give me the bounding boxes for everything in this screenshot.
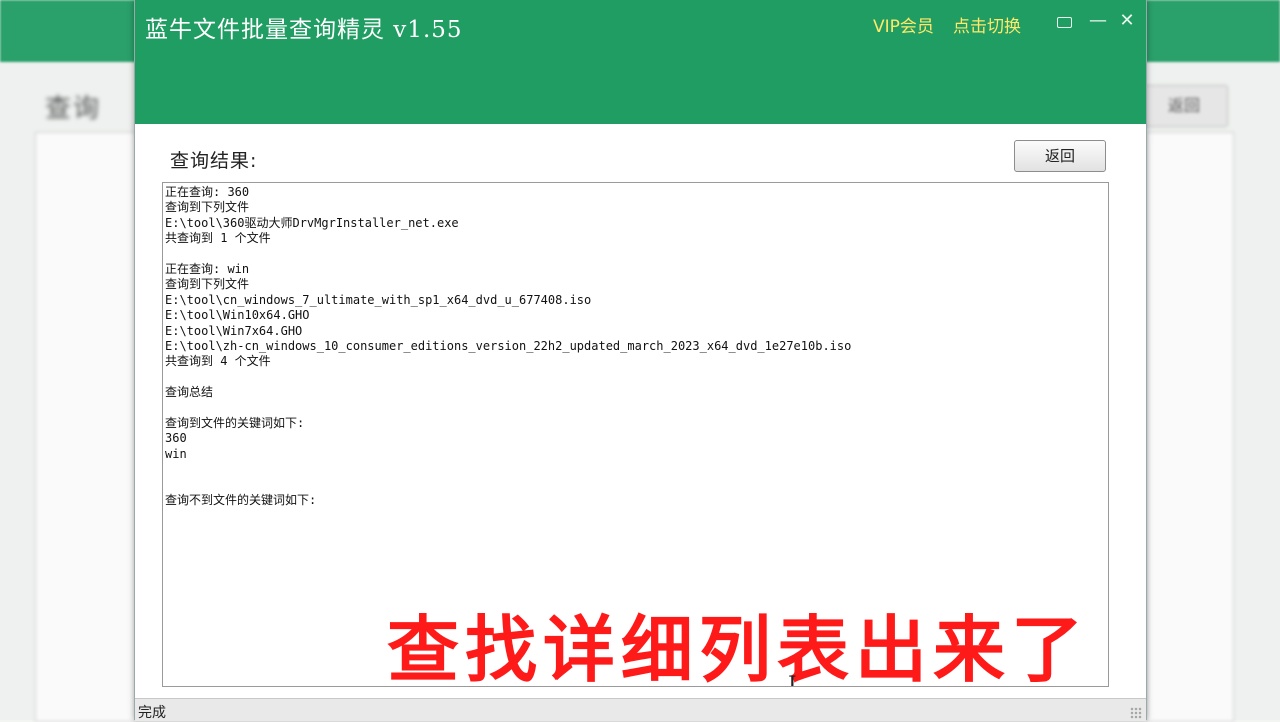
result-line: 正在查询: 360 (165, 185, 250, 199)
result-line: 查询到下列文件 (165, 277, 250, 292)
message-icon[interactable] (1053, 10, 1075, 32)
result-line: 共查询到 1 个文件 (165, 231, 271, 246)
result-line: E:\tool\zh-cn_windows_10_consumer_editio… (165, 338, 852, 353)
overlay-caption: 查找详细列表出来了 (387, 608, 1090, 687)
background-right-panel (1146, 132, 1234, 722)
result-line: win (165, 446, 187, 461)
back-button[interactable]: 返回 (1014, 140, 1106, 172)
dialog-content: 查询结果: 返回 正在查询: 360 查询到下列文件 E:\tool\360驱动大师… (135, 124, 1146, 698)
resize-grip-icon[interactable] (1130, 707, 1142, 719)
result-line: E:\tool\Win7x64.GHO (165, 323, 303, 338)
text-cursor-icon: I (788, 673, 797, 687)
background-left-panel (35, 132, 137, 722)
result-line: 查询到文件的关键词如下: (165, 415, 305, 430)
result-line: 查询总结 (165, 385, 214, 400)
result-line: E:\tool\cn_windows_7_ultimate_with_sp1_x… (165, 292, 592, 307)
result-line (165, 370, 1108, 385)
result-line: 查询到下列文件 (165, 200, 250, 215)
result-line: 360 (165, 431, 187, 446)
result-lines: 正在查询: 360 查询到下列文件 E:\tool\360驱动大师DrvMgrIns… (163, 183, 1108, 508)
result-line: E:\tool\360驱动大师DrvMgrInstaller_net.exe (165, 215, 459, 230)
titlebar: 蓝牛文件批量查询精灵 v1.55 VIP会员 点击切换 — ✕ (135, 0, 1146, 124)
app-title: 蓝牛文件批量查询精灵 v1.55 (145, 17, 463, 43)
result-line (165, 477, 1108, 492)
result-line: 查询不到文件的关键词如下: (165, 492, 317, 507)
result-line: 共查询到 4 个文件 (165, 354, 271, 369)
result-line (165, 462, 1108, 477)
switch-account-link[interactable]: 点击切换 (953, 12, 1021, 37)
status-text: 完成 (138, 705, 166, 721)
result-line (165, 400, 1108, 415)
minimize-icon[interactable]: — (1087, 10, 1109, 32)
result-line: 正在查询: win (165, 261, 250, 276)
result-line: E:\tool\Win10x64.GHO (165, 308, 310, 323)
result-textarea[interactable]: 正在查询: 360 查询到下列文件 E:\tool\360驱动大师DrvMgrIns… (162, 182, 1109, 687)
query-result-dialog: 蓝牛文件批量查询精灵 v1.55 VIP会员 点击切换 — ✕ 查询结果: 返回… (134, 0, 1147, 721)
vip-label: VIP会员 (873, 17, 934, 37)
background-button: 返回 (1140, 85, 1228, 127)
background-title: 查询 (45, 94, 102, 124)
status-bar: 完成 (135, 698, 1146, 721)
result-label: 查询结果: (170, 150, 258, 172)
close-icon[interactable]: ✕ (1116, 10, 1138, 32)
result-line (165, 247, 1108, 262)
